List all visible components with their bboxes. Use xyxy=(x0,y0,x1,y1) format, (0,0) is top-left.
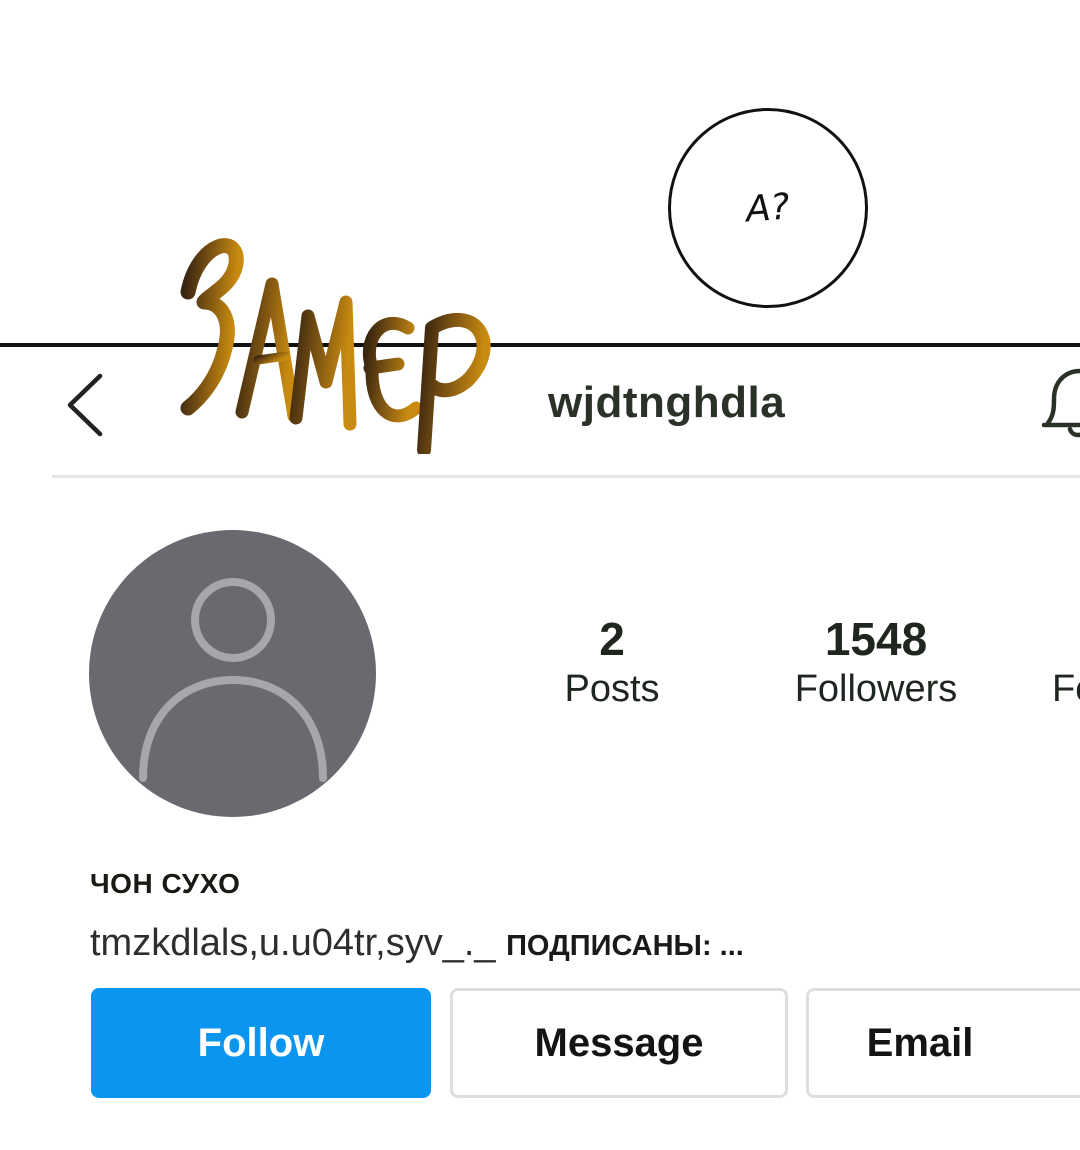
follow-button-label: Follow xyxy=(197,1020,325,1065)
stat-posts-count: 2 xyxy=(599,613,625,665)
panel-border xyxy=(0,343,1080,347)
email-button[interactable]: Email xyxy=(806,988,1080,1098)
email-button-label: Email xyxy=(866,1020,974,1065)
message-button[interactable]: Message xyxy=(450,988,788,1098)
follow-button[interactable]: Follow xyxy=(91,988,431,1098)
stat-posts-label: Posts xyxy=(564,668,660,710)
stat-followers-count: 1548 xyxy=(824,613,928,665)
chevron-left-icon[interactable] xyxy=(62,372,110,438)
display-name: ЧОН СУХО xyxy=(90,868,241,899)
user-silhouette-icon xyxy=(139,578,327,782)
stat-followers[interactable]: 1548 Followers xyxy=(778,612,974,712)
stat-posts[interactable]: 2 Posts xyxy=(540,612,684,712)
speech-bubble: А? xyxy=(668,108,868,308)
profile-username: wjdtnghdla xyxy=(548,378,786,427)
avatar[interactable] xyxy=(89,530,376,817)
header-divider xyxy=(52,475,1080,478)
stat-followers-label: Followers xyxy=(794,668,958,710)
stat-following-label[interactable]: Fo xyxy=(1052,666,1080,712)
bell-icon[interactable] xyxy=(1040,365,1080,445)
message-button-label: Message xyxy=(534,1020,704,1065)
followed-by-names: tmzkdlals,u.u04tr,syv_._ xyxy=(90,922,496,964)
followed-by-line[interactable]: tmzkdlals,u.u04tr,syv_._ ПОДПИСАНЫ: ... xyxy=(90,922,744,965)
speech-bubble-text: А? xyxy=(744,186,792,230)
followed-by-suffix: ПОДПИСАНЫ: ... xyxy=(506,930,744,962)
comic-panel: А? wjdtnghdla 2 Posts 1548 Followers F Ч… xyxy=(0,0,1080,1150)
sound-effect-lettering xyxy=(180,238,491,454)
